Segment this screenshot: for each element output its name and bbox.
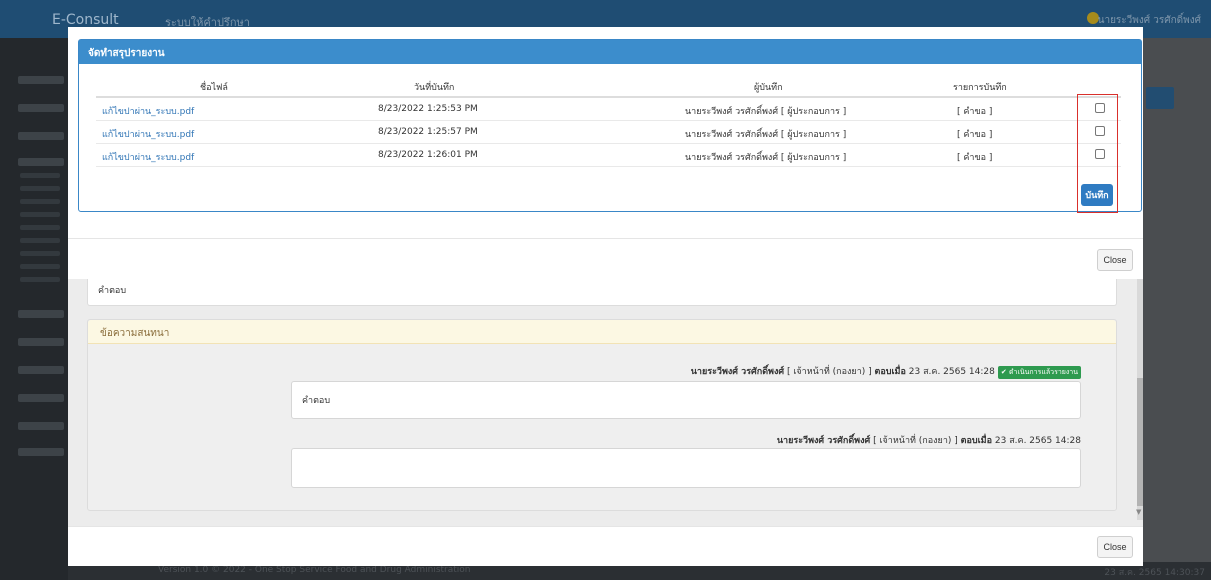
sidebar-item[interactable] (18, 422, 64, 430)
sidebar-subitem[interactable] (20, 212, 60, 217)
file-table: ชื่อไฟล์ วันที่บันทึก ผู้บันทึก รายการบั… (96, 74, 1121, 167)
answer-label: คำตอบ (98, 286, 127, 296)
detail-modal-footer: Close (68, 526, 1143, 566)
record-item: [ คำขอ ] (957, 107, 993, 117)
sidebar-item[interactable] (18, 310, 64, 318)
table-row: แก้ไขปาผ่าน_ระบบ.pdf 8/23/2022 1:25:53 P… (96, 98, 1121, 121)
sidebar-item[interactable] (18, 448, 64, 456)
answer-box: คำตอบ (87, 276, 1117, 306)
message-role: [ เจ้าหน้าที่ (กองยา) ] (870, 436, 961, 446)
summary-modal-footer: Close (68, 238, 1143, 279)
conversation-header: ข้อความสนทนา (88, 320, 1116, 344)
file-link[interactable]: แก้ไขปาผ่าน_ระบบ.pdf (102, 104, 194, 118)
recorded-by: นายระวีพงศ์ วรศักดิ์พงศ์ [ ผู้ประกอบการ … (685, 107, 847, 117)
summary-panel: จัดทำสรุปรายงาน ชื่อไฟล์ วันที่บันทึก ผู… (78, 39, 1142, 212)
scrollbar[interactable] (1137, 276, 1143, 520)
message-answered-label: ตอบเมื่อ (874, 367, 906, 377)
sidebar-subitem[interactable] (20, 199, 60, 204)
sidebar-subitem[interactable] (20, 277, 60, 282)
app-footer-time: 23 ส.ค. 2565 14:30:37 (1104, 568, 1205, 578)
summary-modal: จัดทำสรุปรายงาน ชื่อไฟล์ วันที่บันทึก ผู… (68, 27, 1143, 279)
sidebar-subitem[interactable] (20, 225, 60, 230)
column-header: วันที่บันทึก (414, 83, 455, 93)
record-date: 8/23/2022 1:26:01 PM (378, 150, 478, 160)
status-badge: ✔ ดำเนินการแล้วรายงาน (997, 366, 1081, 379)
sidebar-item[interactable] (18, 394, 64, 402)
sidebar-item[interactable] (18, 132, 64, 140)
conversation-title: ข้อความสนทนา (100, 328, 170, 339)
record-date: 8/23/2022 1:25:57 PM (378, 127, 478, 137)
column-header: ผู้บันทึก (754, 83, 783, 93)
sidebar-subitem[interactable] (20, 238, 60, 243)
highlight-box (1077, 94, 1118, 213)
sidebar-subitem[interactable] (20, 186, 60, 191)
record-item: [ คำขอ ] (957, 130, 993, 140)
table-row: แก้ไขปาผ่าน_ระบบ.pdf 8/23/2022 1:26:01 P… (96, 144, 1121, 167)
app-brand[interactable]: E-Consult (52, 12, 119, 28)
sidebar-item[interactable] (18, 104, 64, 112)
sidebar-item[interactable] (18, 76, 64, 84)
recorded-by: นายระวีพงศ์ วรศักดิ์พงศ์ [ ผู้ประกอบการ … (685, 153, 847, 163)
sidebar-subitem[interactable] (20, 251, 60, 256)
message-meta: นายระวีพงศ์ วรศักดิ์พงศ์ [ เจ้าหน้าที่ (… (777, 433, 1081, 447)
table-row: แก้ไขปาผ่าน_ระบบ.pdf 8/23/2022 1:25:57 P… (96, 121, 1121, 144)
message-box (291, 448, 1081, 488)
sidebar-item[interactable] (18, 158, 64, 166)
sidebar-item[interactable] (18, 366, 64, 374)
column-header: รายการบันทึก (953, 83, 1007, 93)
message-text: คำตอบ (302, 396, 331, 406)
message-date: 23 ส.ค. 2565 14:28 (992, 436, 1081, 446)
column-header: ชื่อไฟล์ (200, 83, 228, 93)
sidebar-subitem[interactable] (20, 264, 60, 269)
sidebar-subitem[interactable] (20, 173, 60, 178)
app-action-button[interactable] (1146, 87, 1174, 109)
table-header: ชื่อไฟล์ วันที่บันทึก ผู้บันทึก รายการบั… (96, 74, 1121, 98)
app-user-name[interactable]: นายระวีพงศ์ วรศักดิ์พงศ์ (1098, 13, 1201, 28)
detail-modal: คำตอบ ข้อความสนทนา นายระวีพงศ์ วรศักดิ์พ… (68, 276, 1143, 566)
message-date: 23 ส.ค. 2565 14:28 (905, 367, 995, 377)
file-link[interactable]: แก้ไขปาผ่าน_ระบบ.pdf (102, 127, 194, 141)
message-box: คำตอบ (291, 381, 1081, 419)
close-button[interactable]: Close (1097, 249, 1133, 271)
conversation-panel: ข้อความสนทนา นายระวีพงศ์ วรศักดิ์พงศ์ [ … (87, 319, 1117, 511)
app-sidebar (0, 38, 68, 580)
scroll-down-icon[interactable]: ▼ (1136, 508, 1141, 516)
message-author: นายระวีพงศ์ วรศักดิ์พงศ์ (776, 436, 871, 446)
recorded-by: นายระวีพงศ์ วรศักดิ์พงศ์ [ ผู้ประกอบการ … (685, 130, 847, 140)
record-date: 8/23/2022 1:25:53 PM (378, 104, 478, 114)
app-footer-text: Version 1.0 © 2022 - One Stop Service Fo… (158, 565, 471, 575)
close-button[interactable]: Close (1097, 536, 1133, 558)
message-answered-label: ตอบเมื่อ (960, 436, 993, 446)
panel-title: จัดทำสรุปรายงาน (79, 40, 1141, 64)
sidebar-item[interactable] (18, 338, 64, 346)
message-role: [ เจ้าหน้าที่ (กองยา) ] (784, 367, 875, 377)
message-meta: นายระวีพงศ์ วรศักดิ์พงศ์ [ เจ้าหน้าที่ (… (691, 364, 1081, 379)
scrollbar-thumb[interactable] (1137, 378, 1143, 506)
file-link[interactable]: แก้ไขปาผ่าน_ระบบ.pdf (102, 150, 194, 164)
record-item: [ คำขอ ] (957, 153, 993, 163)
message-author: นายระวีพงศ์ วรศักดิ์พงศ์ (690, 367, 785, 377)
